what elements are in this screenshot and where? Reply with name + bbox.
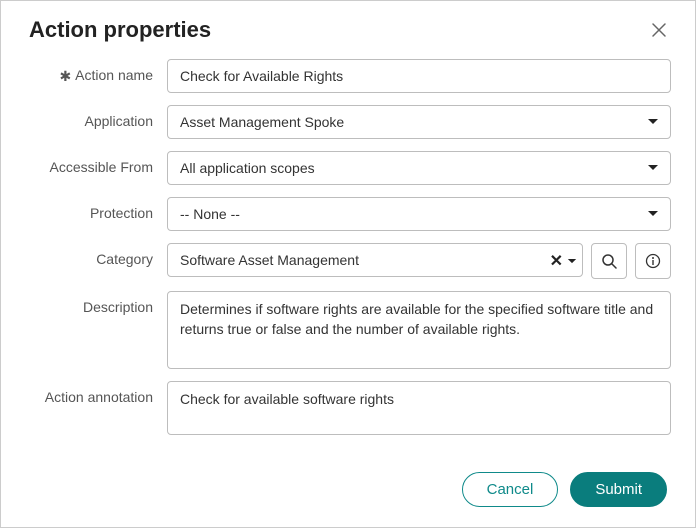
category-input[interactable]	[167, 243, 583, 277]
dialog-title: Action properties	[29, 17, 211, 43]
action-properties-dialog: Action properties ✱Action name Applicati…	[0, 0, 696, 528]
dialog-footer: Cancel Submit	[1, 458, 695, 527]
row-description: Description	[25, 291, 671, 369]
label-action-name: ✱Action name	[25, 59, 167, 84]
search-icon	[601, 253, 617, 269]
description-textarea[interactable]	[167, 291, 671, 369]
label-accessible-from: Accessible From	[25, 151, 167, 175]
submit-button[interactable]: Submit	[570, 472, 667, 507]
label-description: Description	[25, 291, 167, 315]
label-action-annotation: Action annotation	[25, 381, 167, 405]
row-application: Application	[25, 105, 671, 139]
cancel-button[interactable]: Cancel	[462, 472, 559, 507]
row-action-name: ✱Action name	[25, 59, 671, 93]
label-protection: Protection	[25, 197, 167, 221]
info-icon	[645, 253, 661, 269]
row-action-annotation: Action annotation	[25, 381, 671, 435]
action-annotation-textarea[interactable]	[167, 381, 671, 435]
dialog-body: ✱Action name Application Accessible From	[1, 51, 695, 458]
clear-icon[interactable]: ✕	[548, 249, 565, 273]
protection-select[interactable]	[167, 197, 671, 231]
application-select[interactable]	[167, 105, 671, 139]
category-inline-actions: ✕	[548, 249, 577, 273]
row-accessible-from: Accessible From	[25, 151, 671, 185]
row-protection: Protection	[25, 197, 671, 231]
label-application: Application	[25, 105, 167, 129]
accessible-from-select[interactable]	[167, 151, 671, 185]
chevron-down-icon[interactable]	[567, 258, 577, 265]
label-category: Category	[25, 243, 167, 267]
dialog-header: Action properties	[1, 1, 695, 51]
close-button[interactable]	[647, 18, 671, 42]
category-search-button[interactable]	[591, 243, 627, 279]
action-name-input[interactable]	[167, 59, 671, 93]
category-info-button[interactable]	[635, 243, 671, 279]
row-category: Category ✕	[25, 243, 671, 279]
close-icon	[651, 22, 667, 38]
required-star-icon: ✱	[59, 68, 71, 84]
